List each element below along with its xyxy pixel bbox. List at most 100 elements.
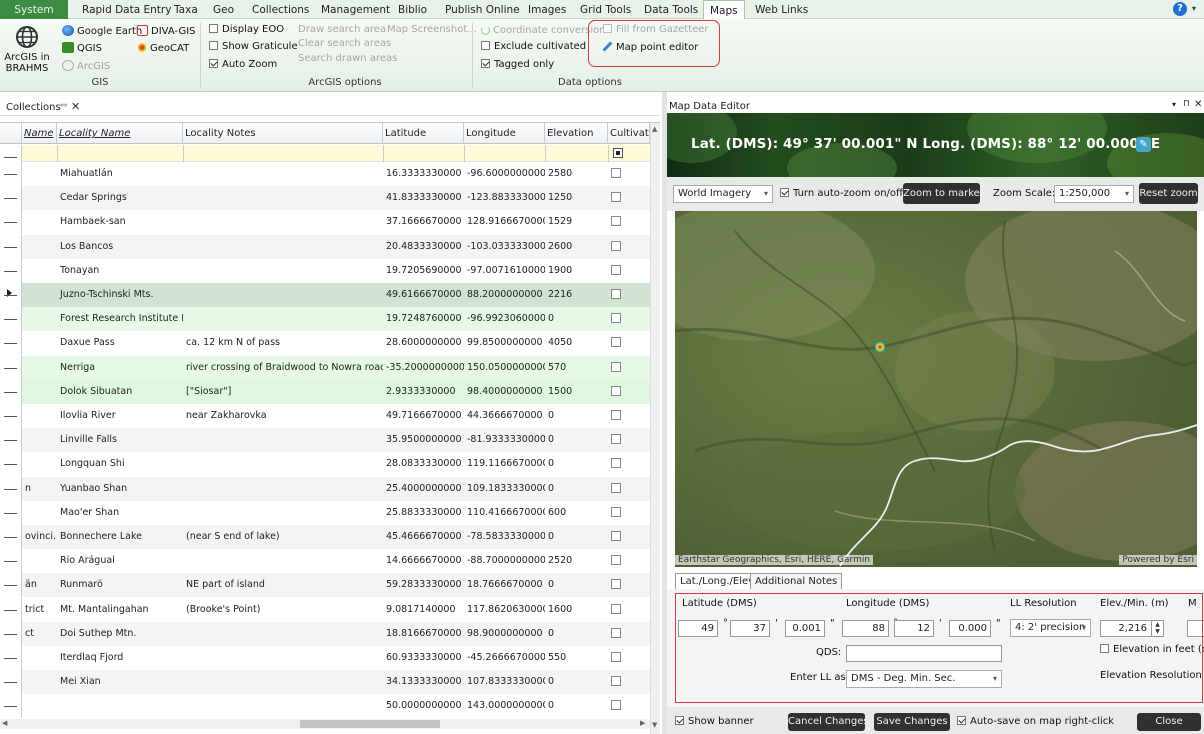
menu-collections[interactable]: Collections	[246, 0, 315, 19]
table-row[interactable]: Forest Research Institute M... 19.7248760…	[22, 307, 650, 331]
cell-lat[interactable]: -35.2000000000	[383, 356, 464, 380]
table-row[interactable]: n Yuanbao Shan 25.4000000000 109.1833330000…	[22, 477, 650, 501]
cell-notes[interactable]	[183, 307, 383, 331]
collections-grid[interactable]: Name Locality Name Locality Notes Latitu…	[0, 122, 660, 734]
row-selector[interactable]	[0, 186, 22, 210]
cell-lat[interactable]: 2.9333330000	[383, 380, 464, 404]
cell-notes[interactable]: (Brooke's Point)	[183, 598, 383, 622]
row-selector[interactable]	[0, 283, 22, 307]
table-row[interactable]: Mei Xian 34.1333330000 107.8333330000 0	[22, 670, 650, 694]
table-row[interactable]: Tonayan 19.7205690000 -97.0071610000 1900	[22, 259, 650, 283]
cultivated-checkbox[interactable]	[611, 362, 621, 372]
cell-lon[interactable]: 143.0000000000	[464, 694, 545, 718]
cell-elev[interactable]: 0	[545, 525, 608, 549]
column-header-locality-name[interactable]: Locality Name	[57, 123, 183, 144]
row-selector[interactable]	[0, 380, 22, 404]
menu-publish-online[interactable]: Publish Online	[439, 0, 526, 19]
cultivated-checkbox[interactable]	[611, 555, 621, 565]
cell-locality[interactable]: Doi Suthep Mtn.	[57, 622, 183, 646]
row-selector[interactable]	[0, 452, 22, 476]
cell-locality[interactable]: Tonayan	[57, 259, 183, 283]
cultivated-filter-checkbox[interactable]	[613, 148, 623, 158]
menu-web-links[interactable]: Web Links	[749, 0, 814, 19]
cell-elev[interactable]: 2216	[545, 283, 608, 307]
table-row[interactable]: ovinci...Bonnechere Lake(near S end of l…	[22, 525, 650, 549]
cell-lat[interactable]: 28.6000000000	[383, 331, 464, 355]
cell-notes[interactable]: (near S end of lake)	[183, 525, 383, 549]
map-marker-icon[interactable]	[875, 342, 885, 352]
cell-lon[interactable]: 110.4166670000	[464, 501, 545, 525]
cell-elev[interactable]: 2580	[545, 162, 608, 186]
cell-pre[interactable]	[22, 186, 57, 210]
table-row[interactable]: Dolok Sibuatan ["Siosar"] 2.9333330000 98.4…	[22, 380, 650, 404]
row-selector[interactable]	[0, 235, 22, 259]
cell-elev[interactable]: 0	[545, 307, 608, 331]
cell-locality[interactable]: Mao'er Shan	[57, 501, 183, 525]
cell-elev[interactable]: 0	[545, 477, 608, 501]
auto-zoom-toggle[interactable]: Turn auto-zoom on/off	[780, 188, 903, 200]
cell-pre[interactable]: ovinci...	[22, 525, 57, 549]
column-header-longitude[interactable]: Longitude	[464, 123, 545, 144]
cell-notes[interactable]	[183, 670, 383, 694]
cell-elev[interactable]: 2600	[545, 235, 608, 259]
display-eoo-checkbox[interactable]: Display EOO	[209, 24, 284, 36]
auto-zoom-checkbox[interactable]: Auto Zoom	[209, 59, 277, 71]
table-row[interactable]: Longquan Shi 28.0833330000 119.1166670000 0	[22, 452, 650, 476]
cell-lat[interactable]: 19.7248760000	[383, 307, 464, 331]
table-row[interactable]: Ilovlia River near Zakharovka 49.716667000…	[22, 404, 650, 428]
filter-icon[interactable]	[0, 145, 22, 162]
cell-pre[interactable]	[22, 549, 57, 573]
cell-lon[interactable]: -96.9923060000	[464, 307, 545, 331]
cultivated-checkbox[interactable]	[611, 241, 621, 251]
cell-locality[interactable]: Rio Arágual	[57, 549, 183, 573]
arcgis-button[interactable]: ArcGIS	[62, 60, 110, 73]
table-row[interactable]: 50.0000000000 143.0000000000 0	[22, 694, 650, 718]
row-selector[interactable]	[0, 670, 22, 694]
table-row[interactable]: Mao'er Shan 25.8833330000 110.4166670000 60…	[22, 501, 650, 525]
cell-locality[interactable]: Linville Falls	[57, 428, 183, 452]
vertical-scrollbar[interactable]: ▲ ▼	[650, 123, 660, 734]
cell-lat[interactable]: 37.1666670000	[383, 210, 464, 234]
cell-locality[interactable]: Ilovlia River	[57, 404, 183, 428]
table-row[interactable]: Rio Arágual 14.6666670000 -88.7000000000 25…	[22, 549, 650, 573]
globe-icon[interactable]	[15, 25, 39, 49]
autosave-checkbox[interactable]: Auto-save on map right-click	[957, 716, 1114, 728]
row-selector[interactable]	[0, 573, 22, 597]
cell-elev[interactable]: 0	[545, 404, 608, 428]
row-selector[interactable]	[0, 477, 22, 501]
cell-notes[interactable]	[183, 549, 383, 573]
cell-pre[interactable]	[22, 307, 57, 331]
cultivated-checkbox[interactable]	[611, 676, 621, 686]
row-selector[interactable]	[0, 331, 22, 355]
cultivated-checkbox[interactable]	[611, 700, 621, 710]
cell-notes[interactable]	[183, 622, 383, 646]
cell-lat[interactable]: 25.8833330000	[383, 501, 464, 525]
cell-lat[interactable]: 20.4833330000	[383, 235, 464, 259]
pencil-icon[interactable]: ✎	[1136, 137, 1151, 152]
cultivated-checkbox[interactable]	[611, 434, 621, 444]
row-selector[interactable]	[0, 356, 22, 380]
table-row[interactable]: Los Bancos 20.4833330000 -103.0333330000 26…	[22, 235, 650, 259]
cell-lat[interactable]: 28.0833330000	[383, 452, 464, 476]
save-changes-button[interactable]: Save Changes	[874, 713, 950, 731]
row-selector[interactable]	[0, 598, 22, 622]
cell-notes[interactable]	[183, 283, 383, 307]
cultivated-checkbox[interactable]	[611, 531, 621, 541]
cell-locality[interactable]: Daxue Pass	[57, 331, 183, 355]
menu-management[interactable]: Management	[315, 0, 396, 19]
cultivated-checkbox[interactable]	[611, 168, 621, 178]
menu-biblio[interactable]: Biblio	[392, 0, 433, 19]
cell-elev[interactable]: 0	[545, 428, 608, 452]
cell-notes[interactable]	[183, 428, 383, 452]
cell-locality[interactable]: Dolok Sibuatan	[57, 380, 183, 404]
cell-elev[interactable]: 0	[545, 694, 608, 718]
cell-elev[interactable]: 4050	[545, 331, 608, 355]
table-row[interactable]: Miahuatlán 16.3333330000 -96.6000000000 258…	[22, 162, 650, 186]
cell-lon[interactable]: 18.7666670000	[464, 573, 545, 597]
cultivated-checkbox[interactable]	[611, 386, 621, 396]
qgis-button[interactable]: QGIS	[62, 42, 102, 55]
cell-pre[interactable]	[22, 452, 57, 476]
cell-notes[interactable]: near Zakharovka	[183, 404, 383, 428]
menu-geo[interactable]: Geo	[207, 0, 240, 19]
google-earth-button[interactable]: Google Earth	[62, 25, 142, 38]
